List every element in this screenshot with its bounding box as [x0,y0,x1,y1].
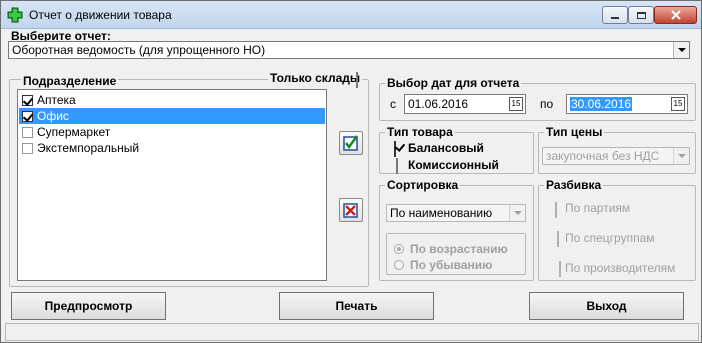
date-to-label: по [540,97,554,111]
by-specgroups-checkbox[interactable] [557,231,559,247]
sorting-value: По наименованию [390,206,493,220]
by-manufacturers-checkbox[interactable] [559,261,561,277]
minimize-icon [611,17,619,19]
list-item-checkbox[interactable] [22,142,33,154]
list-item[interactable]: Аптека [19,92,325,108]
only-warehouses-checkbox[interactable] [356,72,358,88]
commission-label: Комиссионный [408,158,499,172]
sort-ascending-label: По возрастанию [410,242,508,256]
sort-descending-radio[interactable] [394,260,404,270]
date-from-value: 01.06.2016 [408,97,469,111]
date-to-value: 30.06.2016 [570,97,633,111]
list-item-checkbox[interactable] [22,110,33,122]
list-item-checkbox[interactable] [22,94,33,106]
date-from-input[interactable]: 01.06.2016 15 [404,94,526,114]
green-plus-icon [7,7,23,23]
list-item[interactable]: Офис [19,108,325,124]
report-select[interactable]: Оборотная ведомость (для упрощенного НО) [8,41,690,59]
print-button[interactable]: Печать [279,292,434,320]
date-from-label: с [390,97,396,111]
price-type-title: Тип цены [544,125,605,139]
commission-checkbox[interactable] [396,158,398,174]
date-to-input[interactable]: 30.06.2016 15 [566,94,688,114]
list-item[interactable]: Экстемпоральный [19,140,325,156]
title-bar[interactable]: Отчет о движении товара [1,1,701,29]
departments-header: Подразделение [21,74,119,88]
list-item-label: Аптека [37,93,76,107]
minimize-button[interactable] [602,6,628,24]
close-button[interactable] [654,6,697,24]
list-item[interactable]: Супермаркет [19,124,325,140]
status-bar [5,323,699,341]
select-all-button[interactable] [339,131,363,155]
product-type-title: Тип товара [385,125,455,139]
departments-list[interactable]: Аптека Офис Супермаркет Экстемпоральный [17,89,327,281]
sorting-select[interactable]: По наименованию [386,204,526,222]
dates-group-title: Выбор дат для отчета [385,76,522,90]
by-batches-checkbox[interactable] [555,202,557,218]
calendar-icon[interactable]: 15 [671,97,685,111]
only-warehouses-label: Только склады [268,71,363,85]
chevron-down-icon [677,154,686,158]
balance-checkbox[interactable] [394,141,396,157]
close-icon [670,10,681,20]
sort-ascending-radio[interactable] [394,244,404,254]
uncheck-all-icon [343,203,358,218]
sorting-title: Сортировка [385,178,461,192]
maximize-button[interactable] [628,6,654,24]
sort-descending-label: По убыванию [410,258,493,272]
by-manufacturers-label: По производителям [565,261,676,275]
price-type-select[interactable]: закупочная без НДС [542,147,690,165]
list-item-label: Экстемпоральный [37,141,140,155]
clear-all-button[interactable] [339,198,363,222]
report-select-value: Оборотная ведомость (для упрощенного НО) [12,43,266,57]
report-window: Отчет о движении товара Выберите отчет: … [0,0,702,343]
by-batches-label: По партиям [565,201,631,215]
price-type-dropdown-button[interactable] [673,148,689,164]
chevron-down-icon [677,48,686,52]
list-item-checkbox[interactable] [22,126,33,138]
exit-button[interactable]: Выход [529,292,684,320]
preview-button[interactable]: Предпросмотр [11,292,166,320]
list-item-label: Офис [37,109,69,123]
maximize-icon [636,11,646,19]
report-dropdown-button[interactable] [673,42,689,58]
check-all-icon [343,135,359,151]
price-type-value: закупочная без НДС [546,149,660,163]
calendar-icon[interactable]: 15 [509,97,523,111]
window-title: Отчет о движении товара [29,8,172,22]
list-item-label: Супермаркет [37,125,111,139]
chevron-down-icon [513,211,522,215]
balance-label: Балансовый [408,141,484,155]
sorting-dropdown-button[interactable] [509,205,525,221]
by-specgroups-label: По спецгруппам [565,231,655,245]
breakdown-title: Разбивка [544,178,604,192]
